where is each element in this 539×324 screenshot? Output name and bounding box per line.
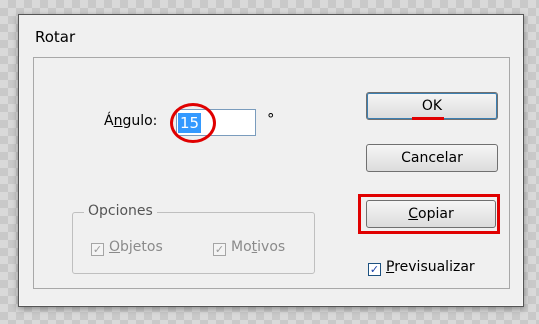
cancel-button[interactable]: Cancelar xyxy=(366,144,498,172)
angle-label-access: Á xyxy=(104,113,114,129)
patterns-label-rest: ivos xyxy=(257,239,286,255)
objects-label: Objetos xyxy=(109,239,163,255)
patterns-label-pre: Mo xyxy=(231,239,252,255)
preview-label: Previsualizar xyxy=(386,259,475,275)
dialog-title: Rotar xyxy=(35,28,76,46)
angle-label-rest: gulo: xyxy=(122,113,158,129)
degree-symbol: ° xyxy=(267,110,275,128)
preview-label-access: P xyxy=(386,259,395,275)
ok-button[interactable]: OK xyxy=(366,92,498,120)
objects-label-access: O xyxy=(109,239,121,255)
title-bar[interactable]: Rotar xyxy=(19,15,523,57)
patterns-checkbox[interactable]: ✓ xyxy=(213,243,226,256)
ok-highlight-underline xyxy=(412,117,444,120)
copy-highlight-box xyxy=(358,194,500,234)
objects-checkbox[interactable]: ✓ xyxy=(91,243,104,256)
preview-label-rest: revisualizar xyxy=(394,259,475,275)
angle-label: Ángulo: xyxy=(104,113,157,129)
options-legend: Opciones xyxy=(84,203,157,219)
objects-label-rest: bjetos xyxy=(120,239,163,255)
highlight-circle xyxy=(170,103,216,143)
patterns-label: Motivos xyxy=(231,239,285,255)
preview-checkbox[interactable]: ✓ xyxy=(368,263,381,276)
